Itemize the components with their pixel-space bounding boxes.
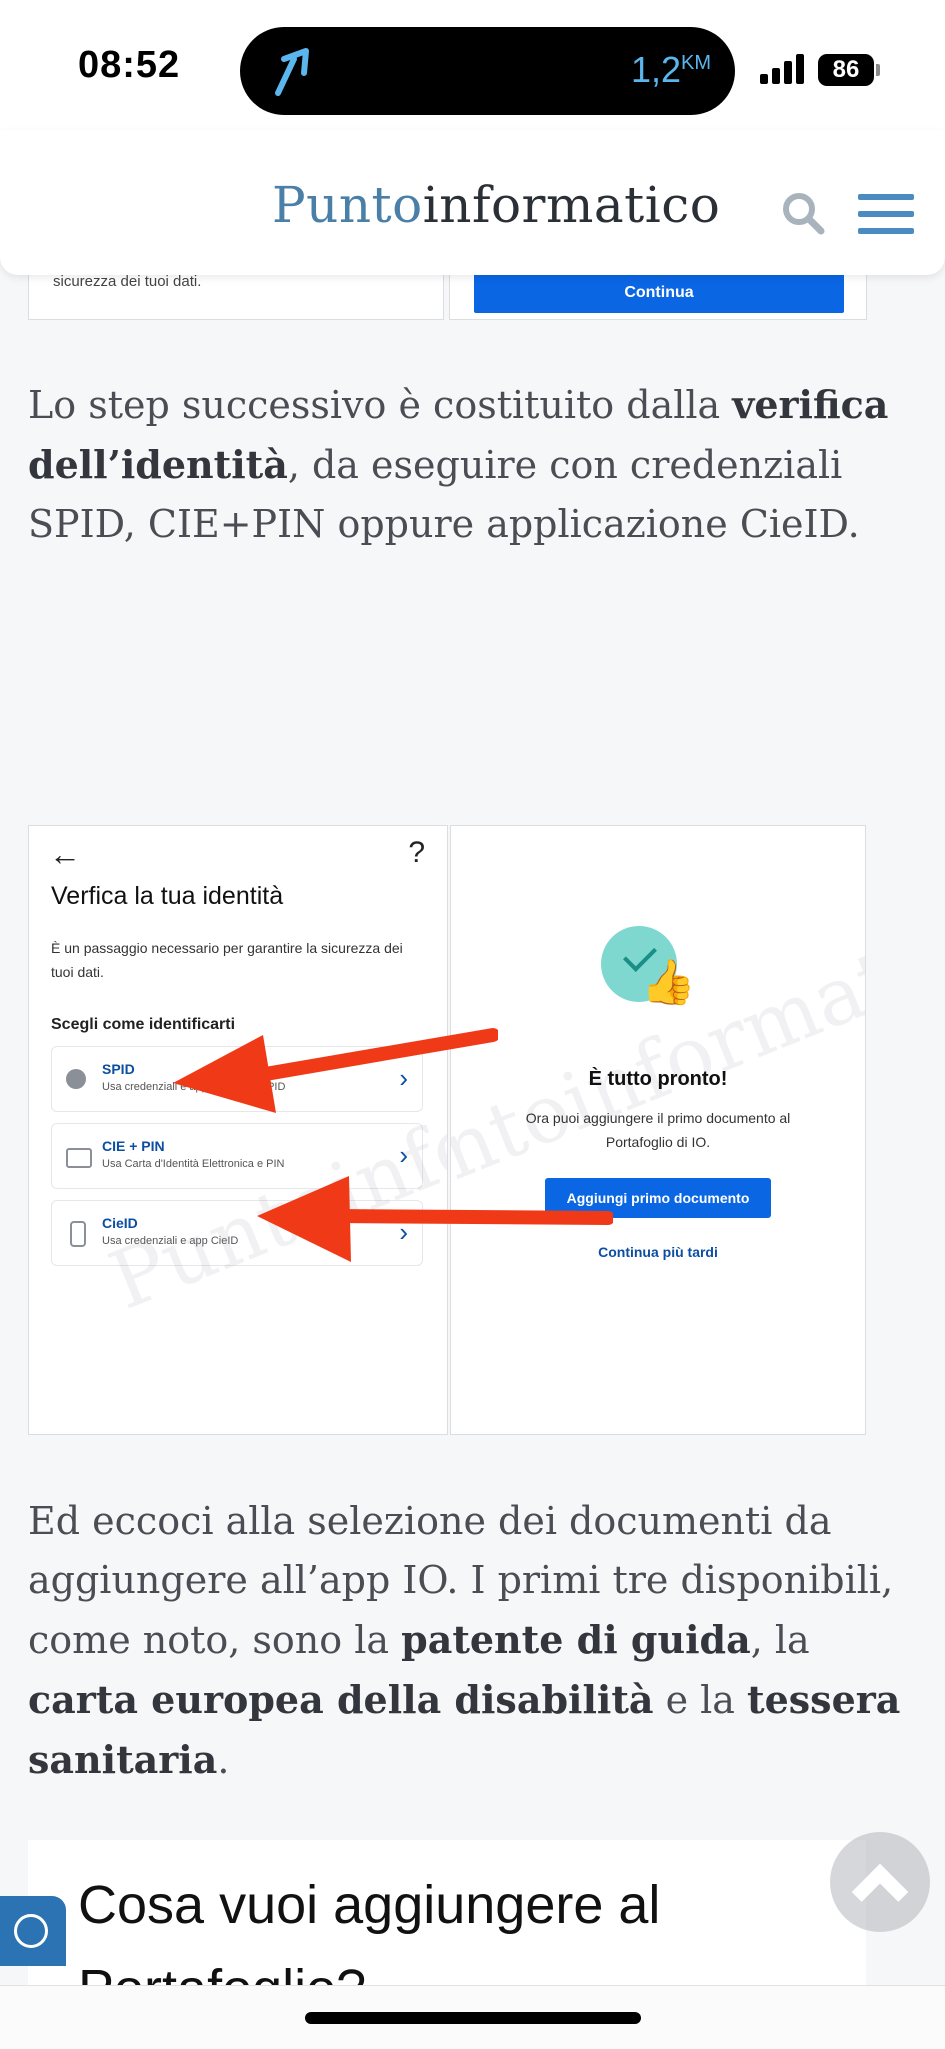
battery-nub	[876, 64, 880, 76]
ready-title: È tutto pronto!	[588, 1068, 728, 1090]
battery-level: 86	[832, 56, 860, 83]
image-panel-ready: Puntoinformatico 👍 È tutto pronto! Ora p…	[450, 825, 866, 1435]
image-text: sicurezza dei tuoi dati.	[53, 273, 202, 290]
navigation-arrow-icon	[275, 48, 309, 96]
search-icon[interactable]	[780, 190, 826, 236]
menu-icon[interactable]	[858, 194, 914, 234]
user-icon	[66, 1069, 86, 1089]
help-icon: ?	[408, 836, 425, 869]
article-paragraph-identity: Lo step successivo è costituito dalla ve…	[28, 382, 889, 546]
signal-icon	[760, 54, 806, 84]
site-header: Puntoinformatico	[0, 130, 945, 275]
logo-part-punto: Punto	[272, 176, 423, 234]
ready-description: Ora puoi aggiungere il primo documento a…	[525, 1110, 791, 1150]
thumbs-up-icon: 👍	[641, 957, 696, 1008]
image-panel-verify: ← ? Verfica la tua identità È un passagg…	[28, 825, 448, 1435]
red-arrow-icon	[257, 1176, 613, 1262]
clock: 08:52	[78, 44, 181, 86]
cookie-settings-button[interactable]	[0, 1896, 66, 1966]
home-indicator[interactable]	[305, 2012, 641, 2024]
article-image-identity: ← ? Verfica la tua identità È un passagg…	[28, 825, 866, 1435]
verify-description: È un passaggio necessario per garantire …	[51, 940, 403, 980]
cookie-icon	[14, 1914, 48, 1948]
battery-icon: 86	[818, 54, 874, 86]
red-arrow-icon	[173, 1028, 498, 1113]
scroll-to-top-button[interactable]	[830, 1832, 930, 1932]
logo-part-informatico: informatico	[422, 176, 721, 234]
dynamic-island[interactable]: 1,2KM	[240, 27, 735, 115]
site-logo[interactable]: Puntoinformatico	[272, 176, 720, 234]
phone-icon	[70, 1221, 86, 1247]
id-card-icon	[66, 1148, 92, 1168]
navigation-distance: 1,2KM	[630, 49, 711, 90]
portfolio-heading-line1: Cosa vuoi aggiungere al	[78, 1875, 661, 1935]
verify-title: Verfica la tua identità	[51, 882, 284, 910]
article-paragraph-documents: Ed eccoci alla selezione dei documenti d…	[28, 1499, 901, 1782]
status-bar: 08:52 1,2KM 86	[0, 0, 945, 130]
back-arrow-icon: ←	[49, 836, 81, 872]
image-continue-button: Continua	[474, 273, 844, 313]
